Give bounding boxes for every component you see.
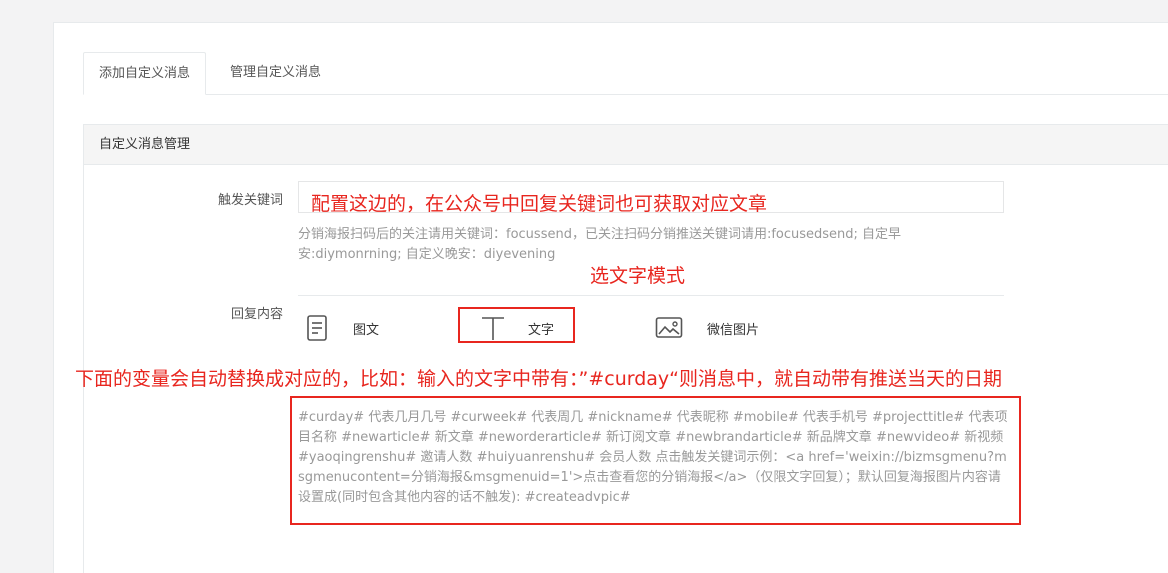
tab-manage-custom-message[interactable]: 管理自定义消息 (215, 52, 336, 93)
image-icon (655, 316, 683, 340)
document-icon (306, 314, 328, 342)
annotation-highlight-text-option (458, 307, 575, 343)
tab-add-custom-message[interactable]: 添加自定义消息 (83, 52, 207, 95)
annotation-variable-note: 下面的变量会自动替换成对应的，比如：输入的文字中带有：”#curday“则消息中… (75, 368, 1003, 390)
tab-bar: 添加自定义消息 管理自定义消息 (83, 52, 1168, 95)
annotation-mode-note: 选文字模式 (590, 265, 686, 287)
reply-content-label: 回复内容 (230, 307, 283, 322)
keyword-label: 触发关键词 (217, 193, 283, 208)
annotation-keyword-note: 配置这边的，在公众号中回复关键词也可获取对应文章 (311, 193, 768, 215)
annotation-highlight-textarea (290, 396, 1021, 525)
tab-label: 添加自定义消息 (99, 66, 191, 81)
box-title: 自定义消息管理 (84, 125, 1168, 165)
reply-option-news[interactable]: 图文 (306, 313, 379, 343)
reply-option-wechat-image[interactable]: 微信图片 (655, 313, 759, 343)
reply-option-label: 图文 (353, 322, 380, 338)
reply-option-label: 微信图片 (707, 322, 760, 338)
divider (298, 295, 1004, 296)
tab-label: 管理自定义消息 (230, 65, 322, 80)
keyword-help-text: 分销海报扫码后的关注请用关键词：focussend，已关注扫码分销推送关键词请用… (298, 227, 902, 262)
